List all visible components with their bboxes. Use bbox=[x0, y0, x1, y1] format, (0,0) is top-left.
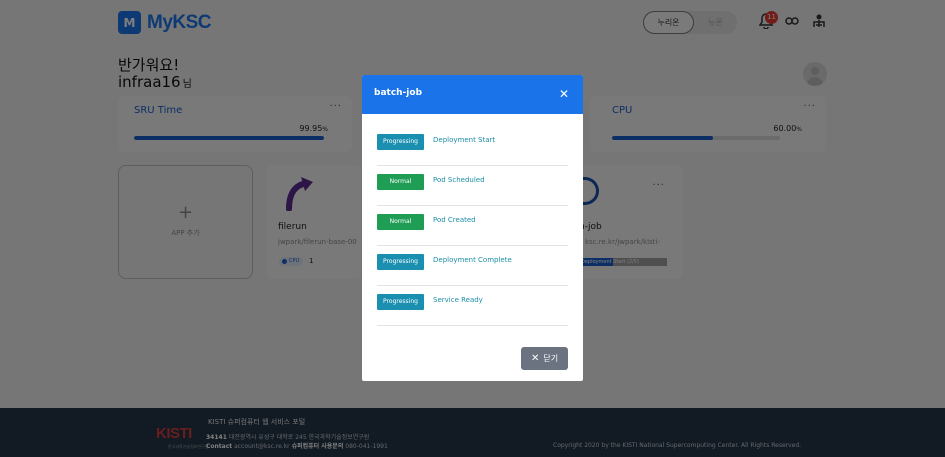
close-icon: ✕ bbox=[530, 353, 540, 364]
status-label: Deployment Complete bbox=[433, 256, 512, 264]
status-step: Normal Pod Scheduled bbox=[377, 166, 568, 206]
status-label: Deployment Start bbox=[433, 136, 496, 144]
status-step: Progressing Service Ready bbox=[377, 286, 568, 326]
close-icon[interactable]: ✕ bbox=[558, 86, 570, 102]
status-badge: Normal bbox=[377, 214, 424, 230]
status-badge: Progressing bbox=[377, 294, 424, 310]
status-step: Normal Pod Created bbox=[377, 206, 568, 246]
status-badge: Normal bbox=[377, 174, 424, 190]
status-label: Pod Scheduled bbox=[433, 176, 485, 184]
status-step: Progressing Deployment Complete bbox=[377, 246, 568, 286]
close-button-label: 닫기 bbox=[543, 354, 559, 363]
status-label: Service Ready bbox=[433, 296, 483, 304]
status-label: Pod Created bbox=[433, 216, 476, 224]
status-badge: Progressing bbox=[377, 254, 424, 270]
batch-job-modal: batch-job ✕ Progressing Deployment Start… bbox=[362, 75, 583, 381]
modal-close-button[interactable]: ✕ 닫기 bbox=[521, 347, 568, 370]
modal-header: batch-job ✕ bbox=[362, 75, 583, 114]
status-badge: Progressing bbox=[377, 134, 424, 150]
modal-title: batch-job bbox=[374, 88, 423, 98]
status-step: Progressing Deployment Start bbox=[377, 126, 568, 166]
